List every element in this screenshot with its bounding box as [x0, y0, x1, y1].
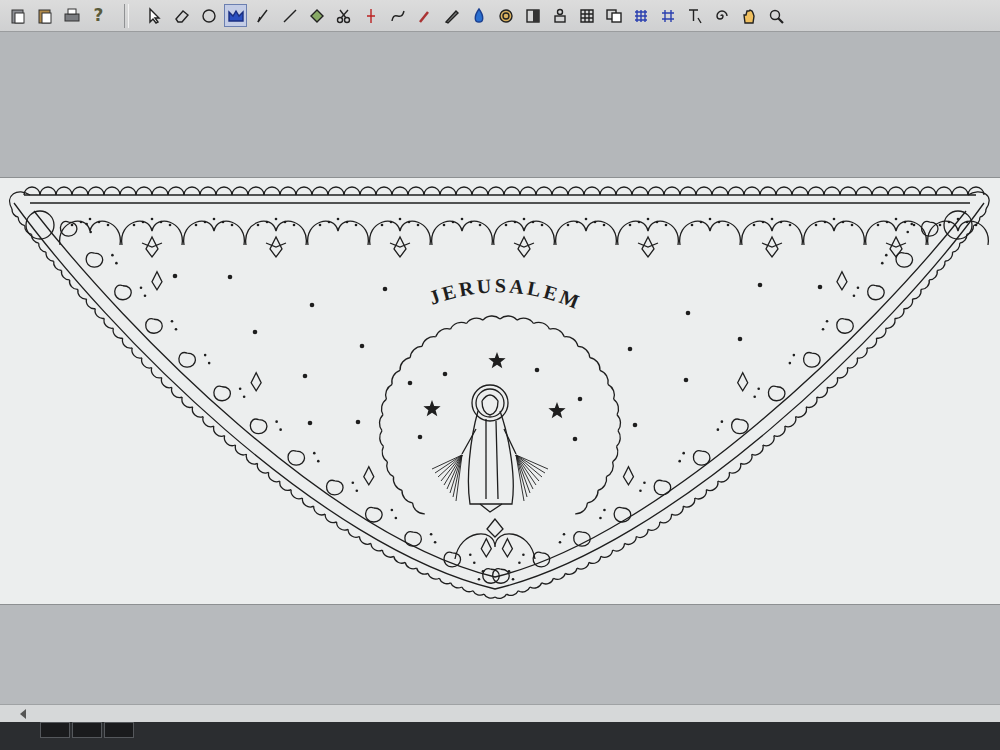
tool-button[interactable]	[683, 4, 706, 27]
tool-button[interactable]	[170, 4, 193, 27]
paste-icon	[36, 7, 54, 25]
swirl-icon	[713, 7, 731, 25]
scissors-icon	[335, 7, 353, 25]
tool-button[interactable]	[278, 4, 301, 27]
dot	[633, 423, 638, 428]
drop-icon	[470, 7, 488, 25]
dot	[228, 275, 233, 280]
tool-button[interactable]	[332, 4, 355, 27]
eraser-icon	[173, 7, 191, 25]
lace-border	[10, 187, 989, 598]
dot	[443, 372, 448, 377]
tool-button[interactable]	[305, 4, 328, 27]
toolbar: ?	[0, 0, 1000, 32]
dot	[308, 421, 313, 426]
lace-design: JERUSALEM	[0, 178, 1000, 604]
tool-button[interactable]	[602, 4, 625, 27]
tool-button[interactable]	[764, 4, 787, 27]
pen-icon	[254, 7, 272, 25]
tool-button[interactable]	[548, 4, 571, 27]
toolbar-separator	[124, 4, 129, 28]
text-icon	[686, 7, 704, 25]
dot	[758, 283, 763, 288]
paste-button[interactable]	[33, 4, 56, 27]
tool-button[interactable]	[413, 4, 436, 27]
tool-button[interactable]	[521, 4, 544, 27]
person-icon	[551, 7, 569, 25]
workspace-top	[0, 32, 1000, 177]
help-button[interactable]: ?	[87, 4, 110, 27]
design-title: JERUSALEM	[426, 274, 585, 313]
tool-button[interactable]	[386, 4, 409, 27]
pencil-icon	[443, 7, 461, 25]
star-icon	[548, 402, 565, 418]
dot	[173, 274, 178, 279]
dot	[303, 374, 308, 379]
horizontal-scrollbar[interactable]	[0, 704, 1000, 722]
dot	[573, 437, 578, 442]
dot	[578, 397, 583, 402]
printer-button[interactable]	[60, 4, 83, 27]
tool-button[interactable]	[575, 4, 598, 27]
zoom-icon	[767, 7, 785, 25]
tool-button[interactable]	[251, 4, 274, 27]
dot	[360, 344, 365, 349]
spiral-icon	[497, 7, 515, 25]
bucket-icon	[308, 7, 326, 25]
dot	[253, 330, 258, 335]
dot	[383, 287, 388, 292]
workspace-bottom	[0, 605, 1000, 704]
arrow-icon	[146, 7, 164, 25]
needle-icon	[362, 7, 380, 25]
clipboard-button[interactable]	[6, 4, 29, 27]
cloud	[380, 316, 621, 514]
tool-button[interactable]	[440, 4, 463, 27]
hand-icon	[740, 7, 758, 25]
tool-button[interactable]	[224, 4, 247, 27]
dot	[356, 420, 361, 425]
dot	[418, 435, 423, 440]
dot	[684, 378, 689, 383]
printer-icon	[63, 7, 81, 25]
design-title-text: JERUSALEM	[426, 274, 585, 313]
dot	[628, 347, 633, 352]
help-label: ?	[94, 7, 104, 24]
dot	[408, 381, 413, 386]
dot	[686, 311, 691, 316]
bezier-icon	[389, 7, 407, 25]
tool-button[interactable]	[737, 4, 760, 27]
frames-icon	[605, 7, 623, 25]
clipboard-icon	[9, 7, 27, 25]
tool-button[interactable]	[494, 4, 517, 27]
fill-icon	[227, 7, 245, 25]
design-canvas[interactable]: JERUSALEM	[0, 177, 1000, 605]
tool-button[interactable]	[143, 4, 166, 27]
grid-icon	[578, 7, 596, 25]
star-icon	[488, 352, 505, 368]
tool-button[interactable]	[656, 4, 679, 27]
tool-button[interactable]	[467, 4, 490, 27]
dot	[535, 368, 540, 373]
madonna-figure	[432, 385, 548, 512]
tool-button[interactable]	[629, 4, 652, 27]
dot	[738, 337, 743, 342]
tool-button[interactable]	[197, 4, 220, 27]
brush-icon	[416, 7, 434, 25]
hash-icon	[659, 7, 677, 25]
dot	[310, 303, 315, 308]
taskbar	[0, 722, 1000, 750]
dot	[818, 285, 823, 290]
gradient-icon	[524, 7, 542, 25]
scroll-left-icon[interactable]	[20, 709, 26, 719]
star-icon	[423, 400, 440, 416]
tool-button[interactable]	[710, 4, 733, 27]
line-icon	[281, 7, 299, 25]
hatch-icon	[632, 7, 650, 25]
tool-button[interactable]	[359, 4, 382, 27]
circle-icon	[200, 7, 218, 25]
